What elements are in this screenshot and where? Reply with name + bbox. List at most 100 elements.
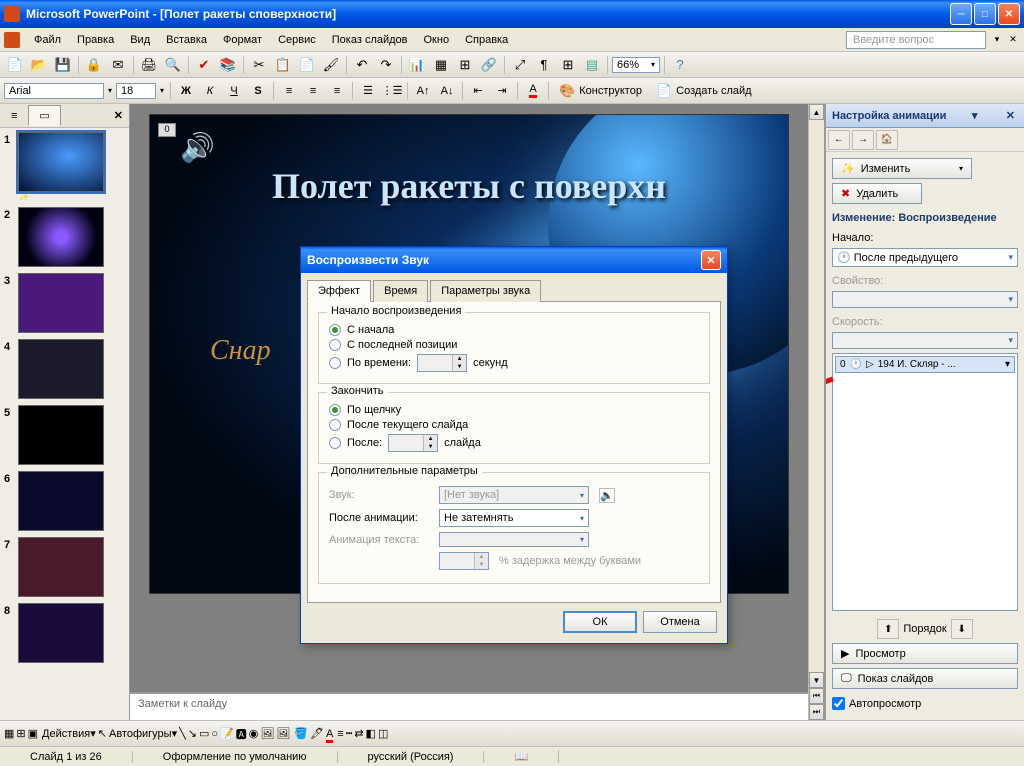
view-normal-icon[interactable]: ▦ <box>4 727 14 740</box>
thumbnail-7[interactable] <box>18 537 104 597</box>
notes-pane[interactable]: Заметки к слайду <box>130 692 808 720</box>
bullets-icon[interactable]: ⋮☰ <box>381 80 403 102</box>
thumbnail-6[interactable] <box>18 471 104 531</box>
radio-by-time[interactable] <box>329 357 341 369</box>
slideshow-button[interactable]: 🖵Показ слайдов <box>832 668 1018 689</box>
arrow-style-icon[interactable]: ⇄ <box>354 727 363 740</box>
outline-tab[interactable]: ≡ <box>0 106 28 126</box>
view-slideshow-icon[interactable]: ▣ <box>28 727 38 740</box>
actions-menu[interactable]: Действия▾ <box>42 727 96 740</box>
increase-indent-icon[interactable]: ⇥ <box>491 80 513 102</box>
help-icon[interactable]: ? <box>669 54 691 76</box>
spelling-status-icon[interactable]: 📖 <box>484 750 559 763</box>
new-slide-button[interactable]: 📄Создать слайд <box>650 82 758 99</box>
fontsize-combo[interactable]: 18 <box>116 83 156 99</box>
bold-icon[interactable]: Ж <box>175 80 197 102</box>
dialog-close-button[interactable]: ✕ <box>701 250 721 270</box>
panel-close-icon[interactable]: ✕ <box>108 109 129 122</box>
print-icon[interactable]: 🖨 <box>138 54 160 76</box>
thumbnails-list[interactable]: 1✨ 2 3 4 5 6 7 8 <box>0 128 129 720</box>
vertical-scrollbar[interactable]: ▲ ▼ ⏮ ⏭ <box>808 104 824 720</box>
slides-tab[interactable]: ▭ <box>28 105 60 126</box>
email-icon[interactable]: ✉ <box>107 54 129 76</box>
undo-icon[interactable]: ↶ <box>351 54 373 76</box>
slide-subtitle[interactable]: Снар <box>210 335 271 367</box>
line-icon[interactable]: ╲ <box>179 727 186 740</box>
radio-stop-click[interactable] <box>329 404 341 416</box>
autoshapes-menu[interactable]: Автофигуры▾ <box>109 727 177 740</box>
question-dropdown[interactable]: ▾ <box>990 33 1004 47</box>
align-right-icon[interactable]: ≡ <box>326 80 348 102</box>
line-color-icon[interactable]: 🖊 <box>310 727 324 740</box>
research-icon[interactable]: 📚 <box>217 54 239 76</box>
view-sorter-icon[interactable]: ⊞ <box>16 727 25 740</box>
help-question-input[interactable]: Введите вопрос <box>846 31 986 49</box>
preview-icon[interactable]: 🔍 <box>162 54 184 76</box>
select-icon[interactable]: ↖ <box>98 727 107 740</box>
scroll-down-icon[interactable]: ▼ <box>809 672 824 688</box>
menu-slideshow[interactable]: Показ слайдов <box>324 32 416 48</box>
3d-style-icon[interactable]: ◫ <box>378 727 388 740</box>
next-slide-icon[interactable]: ⏭ <box>809 704 824 720</box>
menu-tools[interactable]: Сервис <box>270 32 324 48</box>
increase-font-icon[interactable]: A↑ <box>412 80 434 102</box>
radio-from-begin[interactable] <box>329 324 341 336</box>
save-icon[interactable]: 💾 <box>52 54 74 76</box>
spellcheck-icon[interactable]: ✔ <box>193 54 215 76</box>
expand-icon[interactable]: ⤢ <box>509 54 531 76</box>
tables-borders-icon[interactable]: ⊞ <box>454 54 476 76</box>
dash-style-icon[interactable]: ┅ <box>346 727 353 740</box>
move-up-icon[interactable]: ⬆ <box>877 619 899 639</box>
menu-edit[interactable]: Правка <box>69 32 122 48</box>
diagram-icon[interactable]: ◉ <box>249 727 259 740</box>
menu-view[interactable]: Вид <box>122 32 158 48</box>
italic-icon[interactable]: К <box>199 80 221 102</box>
paste-icon[interactable]: 📄 <box>296 54 318 76</box>
shadow-icon[interactable]: S <box>247 80 269 102</box>
taskpane-close-icon[interactable]: ✕ <box>1003 109 1018 122</box>
scroll-up-icon[interactable]: ▲ <box>809 104 824 120</box>
animation-list[interactable]: 0 🕐 ▷ 194 И. Скляр - ... ▾ <box>832 353 1018 611</box>
ok-button[interactable]: ОК <box>563 611 637 633</box>
maximize-button[interactable]: □ <box>974 3 996 25</box>
menu-help[interactable]: Справка <box>457 32 516 48</box>
new-doc-icon[interactable]: 📄 <box>4 54 26 76</box>
shadow-style-icon[interactable]: ◧ <box>366 727 376 740</box>
close-button[interactable]: ✕ <box>998 3 1020 25</box>
menu-insert[interactable]: Вставка <box>158 32 215 48</box>
menu-format[interactable]: Формат <box>215 32 270 48</box>
redo-icon[interactable]: ↷ <box>375 54 397 76</box>
decrease-font-icon[interactable]: A↓ <box>436 80 458 102</box>
decrease-indent-icon[interactable]: ⇤ <box>467 80 489 102</box>
tab-timing[interactable]: Время <box>373 280 428 302</box>
cut-icon[interactable]: ✂ <box>248 54 270 76</box>
underline-icon[interactable]: Ч <box>223 80 245 102</box>
permission-icon[interactable]: 🔒 <box>83 54 105 76</box>
grid-icon[interactable]: ⊞ <box>557 54 579 76</box>
textbox-icon[interactable]: 📝 <box>220 727 234 740</box>
thumbnail-4[interactable] <box>18 339 104 399</box>
format-painter-icon[interactable]: 🖌 <box>320 54 342 76</box>
app-icon[interactable] <box>4 32 20 48</box>
copy-icon[interactable]: 📋 <box>272 54 294 76</box>
show-formatting-icon[interactable]: ¶ <box>533 54 555 76</box>
move-down-icon[interactable]: ⬇ <box>951 619 973 639</box>
arrow-icon[interactable]: ↘ <box>188 727 197 740</box>
radio-stop-after[interactable] <box>329 437 341 449</box>
hyperlink-icon[interactable]: 🔗 <box>478 54 500 76</box>
fill-color-icon[interactable]: 🪣 <box>294 727 308 740</box>
doc-close-button[interactable]: ✕ <box>1006 33 1020 47</box>
table-icon[interactable]: ▦ <box>430 54 452 76</box>
wordart-icon[interactable]: 🅰 <box>236 726 247 742</box>
color-icon[interactable]: ▤ <box>581 54 603 76</box>
radio-stop-current[interactable] <box>329 419 341 431</box>
language-indicator[interactable]: русский (Россия) <box>338 751 485 763</box>
font-combo[interactable]: Arial <box>4 83 104 99</box>
zoom-combo[interactable]: 66%▾ <box>612 57 660 73</box>
numbering-icon[interactable]: ☰ <box>357 80 379 102</box>
autopreview-checkbox[interactable] <box>832 697 845 710</box>
speaker-button[interactable]: 🔈 <box>599 488 615 503</box>
design-button[interactable]: 🎨Конструктор <box>553 82 648 99</box>
rectangle-icon[interactable]: ▭ <box>199 727 209 740</box>
after-animation-combo[interactable]: Не затемнять▾ <box>439 509 589 527</box>
